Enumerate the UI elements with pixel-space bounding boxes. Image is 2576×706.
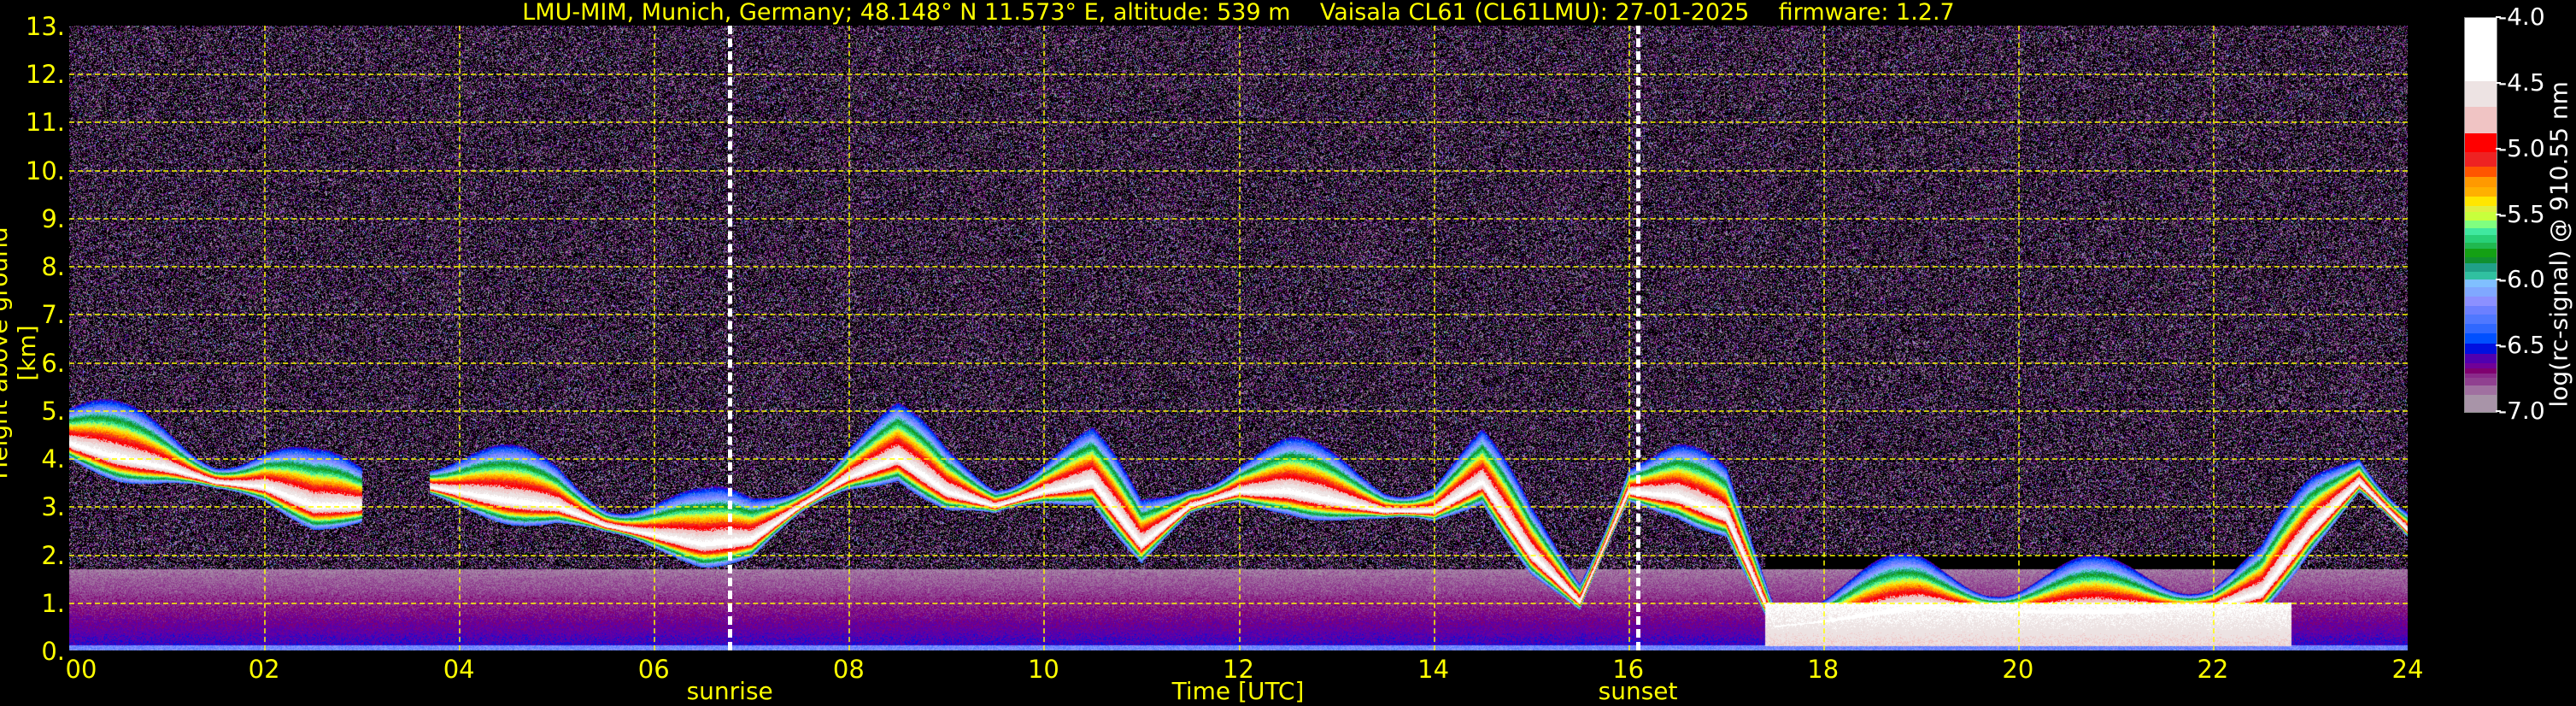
colorbar-segment (2465, 332, 2497, 344)
colorbar-segment (2465, 176, 2497, 188)
x-tick-label: 02 (248, 655, 280, 684)
x-tick-label: 20 (2002, 655, 2034, 684)
grid-line-x (459, 26, 461, 650)
sunrise-label: sunrise (686, 677, 773, 705)
colorbar-segment (2465, 18, 2497, 82)
grid-line-x (1628, 26, 1630, 650)
colorbar-segment (2465, 166, 2497, 178)
colorbar-tick-label: -5.5 (2496, 199, 2545, 228)
colorbar-tick-label: -6.0 (2496, 265, 2545, 294)
x-tick-label: 00 (65, 655, 97, 684)
x-tick-label: 10 (1027, 655, 1059, 684)
grid-line-x (1433, 26, 1435, 650)
x-tick-label: 04 (443, 655, 475, 684)
y-tick-label: 1. (41, 588, 65, 618)
colorbar-tick-label: -6.5 (2496, 331, 2545, 360)
colorbar-segment (2465, 305, 2497, 315)
x-axis-label: Time [UTC] (1171, 677, 1305, 705)
plot-area (69, 26, 2408, 650)
y-tick-label: 10. (25, 156, 65, 185)
colorbar-segment (2465, 80, 2497, 108)
y-tick-label: 3. (41, 492, 65, 522)
colorbar-segment (2465, 196, 2497, 207)
colorbar-segment (2465, 107, 2497, 134)
colorbar-label: log(rc-signal) @ 910.55 nm (2544, 81, 2573, 408)
y-tick-label: 12. (25, 60, 65, 90)
sunset-label: sunset (1598, 677, 1678, 705)
x-tick-label: 22 (2197, 655, 2229, 684)
sunset-line (1636, 26, 1641, 650)
chart-title: LMU-MIM, Munich, Germany; 48.148° N 11.5… (522, 0, 1955, 26)
x-tick-label: 24 (2391, 655, 2424, 684)
x-tick-label: 06 (637, 655, 670, 684)
y-tick-label: 0. (41, 637, 65, 666)
grid-line-x (848, 26, 851, 650)
colorbar-segment (2465, 287, 2497, 297)
colorbar-segment (2465, 151, 2497, 168)
colorbar-segment (2465, 296, 2497, 307)
colorbar-segment (2465, 395, 2497, 413)
colorbar-segment (2465, 385, 2497, 396)
grid-line-x (264, 26, 267, 650)
colorbar-tick-label: -4.5 (2496, 68, 2545, 97)
grid-line-x (654, 26, 656, 650)
colorbar-segment (2465, 324, 2497, 334)
y-tick-label: 2. (41, 540, 65, 570)
colorbar-segment (2465, 187, 2497, 197)
colorbar-tick-label: -5.0 (2496, 133, 2545, 162)
colorbar (2464, 17, 2497, 413)
colorbar-segment (2465, 354, 2497, 364)
grid-line-x (2212, 26, 2215, 650)
colorbar-segment (2465, 133, 2497, 153)
x-tick-label: 08 (832, 655, 865, 684)
colorbar-segment (2465, 344, 2497, 355)
y-tick-label: 11. (25, 108, 65, 138)
x-tick-label: 14 (1417, 655, 1450, 684)
grid-line-x (1822, 26, 1825, 650)
y-tick-label: 13. (25, 12, 65, 41)
sunrise-line (728, 26, 733, 650)
colorbar-tick-label: -7.0 (2496, 397, 2545, 425)
grid-line-x (1238, 26, 1241, 650)
y-axis-label: Height above ground [km] (0, 227, 41, 479)
x-tick-label: 18 (1807, 655, 1840, 684)
grid-line-x (1043, 26, 1046, 650)
grid-line-x (2017, 26, 2020, 650)
colorbar-segment (2465, 315, 2497, 325)
colorbar-tick-label: -4.0 (2496, 3, 2545, 31)
